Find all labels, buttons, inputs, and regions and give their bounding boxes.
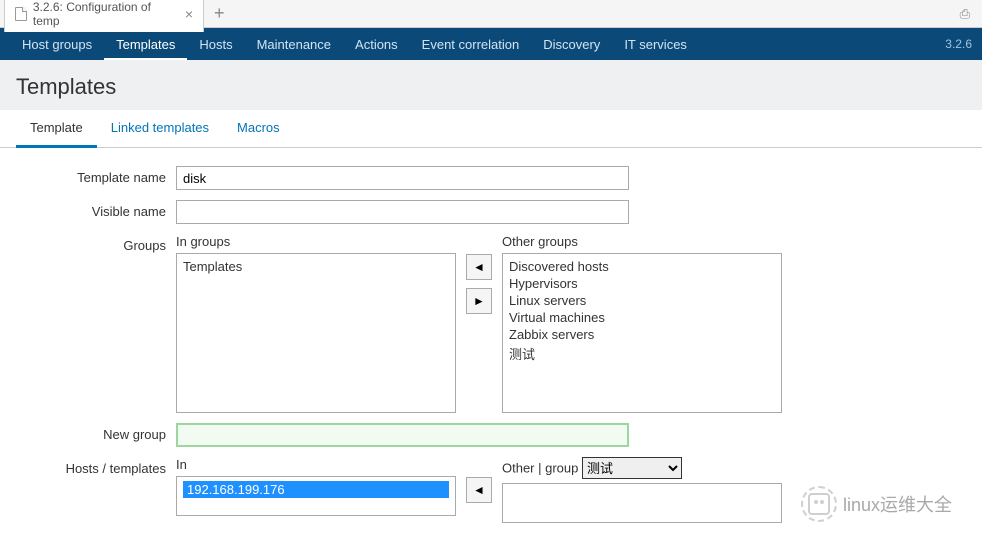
other-groups-listbox[interactable]: Discovered hosts Hypervisors Linux serve…	[502, 253, 782, 413]
watermark: linux运维大全	[801, 486, 952, 522]
wechat-icon	[801, 486, 837, 522]
triangle-right-icon: ►	[473, 294, 485, 308]
browser-tab[interactable]: 3.2.6: Configuration of temp ×	[4, 0, 204, 32]
watermark-text: linux运维大全	[843, 491, 952, 517]
template-name-label: Template name	[16, 166, 176, 185]
hosts-in-label: In	[176, 457, 456, 472]
new-tab-button[interactable]: +	[204, 1, 235, 26]
list-item[interactable]: Linux servers	[509, 292, 775, 309]
nav-hosts[interactable]: Hosts	[187, 29, 244, 60]
triangle-left-icon: ◄	[473, 483, 485, 497]
nav-host-groups[interactable]: Host groups	[10, 29, 104, 60]
groups-label: Groups	[16, 234, 176, 253]
list-item[interactable]: Discovered hosts	[509, 258, 775, 275]
list-item[interactable]: Templates	[183, 258, 449, 275]
browser-toolbar-right: ⎙	[960, 6, 978, 22]
new-group-input[interactable]	[176, 423, 629, 447]
nav-event-correlation[interactable]: Event correlation	[410, 29, 532, 60]
visible-name-input[interactable]	[176, 200, 629, 224]
list-item[interactable]: Zabbix servers	[509, 326, 775, 343]
page-header: Templates	[0, 60, 982, 110]
in-groups-listbox[interactable]: Templates	[176, 253, 456, 413]
hosts-other-label: Other | group 测试	[502, 457, 782, 479]
hosts-other-group-select[interactable]: 测试	[582, 457, 682, 479]
visible-name-label: Visible name	[16, 200, 176, 219]
subtab-linked-templates[interactable]: Linked templates	[97, 110, 223, 147]
move-left-button[interactable]: ◄	[466, 477, 492, 503]
in-hosts-listbox[interactable]: 192.168.199.176	[176, 476, 456, 516]
nav-version: 3.2.6	[945, 37, 972, 51]
main-nav: Host groups Templates Hosts Maintenance …	[0, 28, 982, 60]
browser-tab-title: 3.2.6: Configuration of temp	[33, 0, 179, 28]
list-item[interactable]: Hypervisors	[509, 275, 775, 292]
list-item[interactable]: Virtual machines	[509, 309, 775, 326]
new-group-label: New group	[16, 423, 176, 442]
nav-actions[interactable]: Actions	[343, 29, 410, 60]
other-hosts-listbox[interactable]	[502, 483, 782, 523]
move-right-button[interactable]: ►	[466, 288, 492, 314]
nav-templates[interactable]: Templates	[104, 29, 187, 60]
document-icon	[15, 7, 27, 21]
hosts-templates-label: Hosts / templates	[16, 457, 176, 476]
nav-discovery[interactable]: Discovery	[531, 29, 612, 60]
list-item[interactable]: 192.168.199.176	[183, 481, 449, 498]
close-icon[interactable]: ×	[185, 7, 193, 21]
subtab-template[interactable]: Template	[16, 110, 97, 148]
list-item[interactable]: 测试	[509, 343, 775, 364]
subtab-macros[interactable]: Macros	[223, 110, 294, 147]
print-icon[interactable]: ⎙	[960, 6, 970, 22]
page-title: Templates	[16, 74, 966, 100]
other-groups-label: Other groups	[502, 234, 782, 249]
move-left-button[interactable]: ◄	[466, 254, 492, 280]
in-groups-label: In groups	[176, 234, 456, 249]
browser-tab-strip: 3.2.6: Configuration of temp × + ⎙	[0, 0, 982, 28]
nav-it-services[interactable]: IT services	[612, 29, 699, 60]
nav-maintenance[interactable]: Maintenance	[245, 29, 343, 60]
triangle-left-icon: ◄	[473, 260, 485, 274]
template-name-input[interactable]	[176, 166, 629, 190]
subtabs: Template Linked templates Macros	[0, 110, 982, 148]
